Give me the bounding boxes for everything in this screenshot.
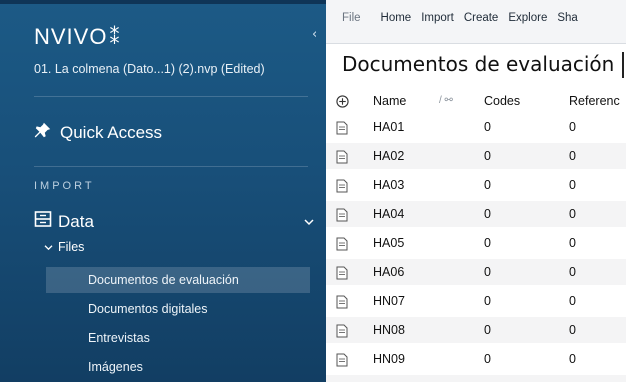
main-panel: File Home Import Create Explore Sha Docu… xyxy=(326,0,626,382)
tab-create[interactable]: Create xyxy=(464,12,499,24)
table-row[interactable]: HA03 0 0 xyxy=(326,172,626,198)
row-codes: 0 xyxy=(484,149,491,163)
row-references: 0 xyxy=(569,352,576,366)
sidebar-item-entrevistas[interactable]: Entrevistas xyxy=(46,325,310,351)
row-references: 0 xyxy=(569,207,576,221)
document-icon xyxy=(336,230,350,256)
row-references: 0 xyxy=(569,236,576,250)
column-header-references[interactable]: Referenc xyxy=(569,88,620,114)
row-codes: 0 xyxy=(484,323,491,337)
row-codes: 0 xyxy=(484,294,491,308)
row-codes: 0 xyxy=(484,178,491,192)
database-icon xyxy=(34,210,52,233)
sidebar-top-border xyxy=(0,0,326,4)
row-codes: 0 xyxy=(484,120,491,134)
ribbon: File Home Import Create Explore Sha xyxy=(326,0,626,44)
table-row[interactable]: HA02 0 0 xyxy=(326,143,626,169)
pin-icon xyxy=(34,121,52,144)
sidebar-item-documentos-de-evaluacion[interactable]: Documentos de evaluación xyxy=(46,267,310,293)
document-icon xyxy=(336,346,350,372)
row-codes: 0 xyxy=(484,207,491,221)
tab-import[interactable]: Import xyxy=(421,12,454,24)
tab-home[interactable]: Home xyxy=(381,12,412,24)
row-name: HN10 xyxy=(373,375,405,382)
table-row[interactable]: HN09 0 0 xyxy=(326,346,626,372)
logo-mark: ⁑ xyxy=(109,27,121,49)
row-references: 0 xyxy=(569,323,576,337)
row-name: HN08 xyxy=(373,323,405,337)
navigation-sidebar: NVIVO ⁑ ‹ 01. La colmena (Dato...1) (2).n… xyxy=(0,0,326,382)
table-row[interactable]: HA01 0 0 xyxy=(326,114,626,140)
row-name: HA01 xyxy=(373,120,405,134)
row-name: HA02 xyxy=(373,149,405,163)
row-name: HA05 xyxy=(373,236,405,250)
row-name: HA03 xyxy=(373,178,405,192)
data-group[interactable]: Data xyxy=(34,210,314,233)
table-row[interactable]: HA05 0 0 xyxy=(326,230,626,256)
table-header: Name / ⚯ Codes Referenc xyxy=(326,88,626,114)
row-references: 0 xyxy=(569,265,576,279)
add-column-icon[interactable] xyxy=(336,88,350,114)
row-codes: 0 xyxy=(484,375,491,382)
row-codes: 0 xyxy=(484,236,491,250)
sidebar-item-documentos-digitales[interactable]: Documentos digitales xyxy=(46,296,310,322)
chevron-down-icon xyxy=(44,240,53,254)
ribbon-tabs: File Home Import Create Explore Sha xyxy=(342,12,578,24)
tab-explore[interactable]: Explore xyxy=(508,12,547,24)
document-icon xyxy=(336,114,350,140)
project-title: 01. La colmena (Dato...1) (2).nvp (Edite… xyxy=(34,62,265,76)
row-references: 0 xyxy=(569,375,576,382)
cursor-divider xyxy=(622,52,624,78)
row-references: 0 xyxy=(569,294,576,308)
divider xyxy=(34,166,308,167)
row-references: 0 xyxy=(569,149,576,163)
page-title: Documentos de evaluación xyxy=(342,52,615,76)
document-icon xyxy=(336,259,350,285)
table-row[interactable]: HN08 0 0 xyxy=(326,317,626,343)
document-icon xyxy=(336,172,350,198)
tab-share[interactable]: Sha xyxy=(557,12,577,24)
sort-link-icon[interactable]: / ⚯ xyxy=(439,88,453,114)
sidebar-item-imagenes[interactable]: Imágenes xyxy=(46,354,310,380)
table-row[interactable]: HA06 0 0 xyxy=(326,259,626,285)
row-name: HA06 xyxy=(373,265,405,279)
column-header-name[interactable]: Name xyxy=(373,88,406,114)
chevron-left-icon[interactable]: ‹ xyxy=(312,27,317,42)
tab-file[interactable]: File xyxy=(342,12,361,24)
document-icon xyxy=(336,375,350,382)
row-references: 0 xyxy=(569,120,576,134)
row-references: 0 xyxy=(569,178,576,192)
document-icon xyxy=(336,143,350,169)
column-header-codes[interactable]: Codes xyxy=(484,88,520,114)
section-heading-import: IMPORT xyxy=(34,180,95,192)
quick-access-label: Quick Access xyxy=(60,122,163,142)
table-row[interactable]: HN10 0 0 xyxy=(326,375,626,382)
chevron-down-icon[interactable] xyxy=(304,215,314,229)
document-icon xyxy=(336,317,350,343)
files-label: Files xyxy=(58,240,85,254)
row-name: HA04 xyxy=(373,207,405,221)
row-codes: 0 xyxy=(484,352,491,366)
row-name: HN07 xyxy=(373,294,405,308)
row-codes: 0 xyxy=(484,265,491,279)
app-logo: NVIVO ⁑ xyxy=(34,24,121,49)
table-row[interactable]: HN07 0 0 xyxy=(326,288,626,314)
divider xyxy=(34,96,308,97)
data-label: Data xyxy=(58,211,94,231)
table-row[interactable]: HA04 0 0 xyxy=(326,201,626,227)
files-folder[interactable]: Files xyxy=(44,240,84,254)
document-icon xyxy=(336,288,350,314)
quick-access-link[interactable]: Quick Access xyxy=(34,121,162,144)
row-name: HN09 xyxy=(373,352,405,366)
document-icon xyxy=(336,201,350,227)
